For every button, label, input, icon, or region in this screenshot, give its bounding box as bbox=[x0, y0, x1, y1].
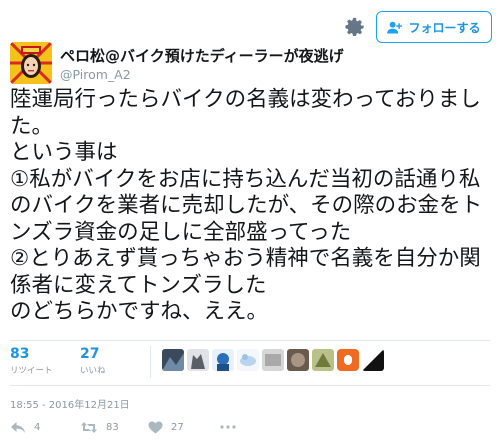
liker-avatar[interactable] bbox=[362, 349, 384, 371]
retweet-icon bbox=[81, 422, 97, 433]
reply-icon bbox=[11, 422, 25, 433]
liker-avatar[interactable] bbox=[162, 349, 184, 371]
reply-count: 4 bbox=[34, 422, 41, 433]
liker-avatar[interactable] bbox=[237, 349, 259, 371]
retweet-button[interactable]: 83 bbox=[80, 421, 119, 434]
like-stat[interactable]: 27 いいね bbox=[80, 346, 106, 376]
follow-button[interactable]: フォローする bbox=[376, 11, 492, 43]
action-bar: 4 83 27 bbox=[10, 421, 310, 439]
liker-avatar[interactable] bbox=[262, 349, 284, 371]
action-retweet-count: 83 bbox=[106, 422, 119, 433]
liker-avatar[interactable] bbox=[287, 349, 309, 371]
tweet-text: 陸運局行ったらバイクの名義は変わっておりました。 という事は ①私がバイクをお店… bbox=[10, 87, 483, 324]
display-name[interactable]: ペロ松@バイク預けたディーラーが夜逃げ bbox=[60, 45, 344, 66]
person-add-icon bbox=[387, 21, 403, 34]
reply-button[interactable]: 4 bbox=[10, 421, 40, 434]
follow-label: フォローする bbox=[408, 20, 481, 35]
liker-avatars bbox=[162, 349, 384, 371]
avatar[interactable] bbox=[10, 42, 52, 84]
like-count: 27 bbox=[80, 346, 100, 362]
heart-icon bbox=[148, 421, 163, 434]
divider bbox=[10, 340, 490, 341]
more-icon bbox=[220, 425, 236, 429]
liker-avatar[interactable] bbox=[187, 349, 209, 371]
user-handle[interactable]: @Pirom_A2 bbox=[60, 67, 131, 82]
more-button[interactable] bbox=[220, 425, 236, 429]
stat-divider bbox=[150, 346, 151, 378]
timestamp[interactable]: 18:55 - 2016年12月21日 bbox=[10, 396, 130, 411]
like-label: いいね bbox=[80, 366, 106, 376]
liker-avatar[interactable] bbox=[312, 349, 334, 371]
like-button[interactable]: 27 bbox=[148, 421, 184, 434]
retweet-label: リツイート bbox=[10, 366, 53, 376]
liker-avatar[interactable] bbox=[337, 349, 359, 371]
liker-avatar[interactable] bbox=[212, 349, 234, 371]
gear-icon[interactable] bbox=[344, 16, 366, 38]
retweet-stat[interactable]: 83 リツイート bbox=[10, 346, 53, 376]
retweet-count: 83 bbox=[10, 346, 30, 362]
action-like-count: 27 bbox=[171, 422, 184, 433]
divider bbox=[10, 385, 490, 386]
